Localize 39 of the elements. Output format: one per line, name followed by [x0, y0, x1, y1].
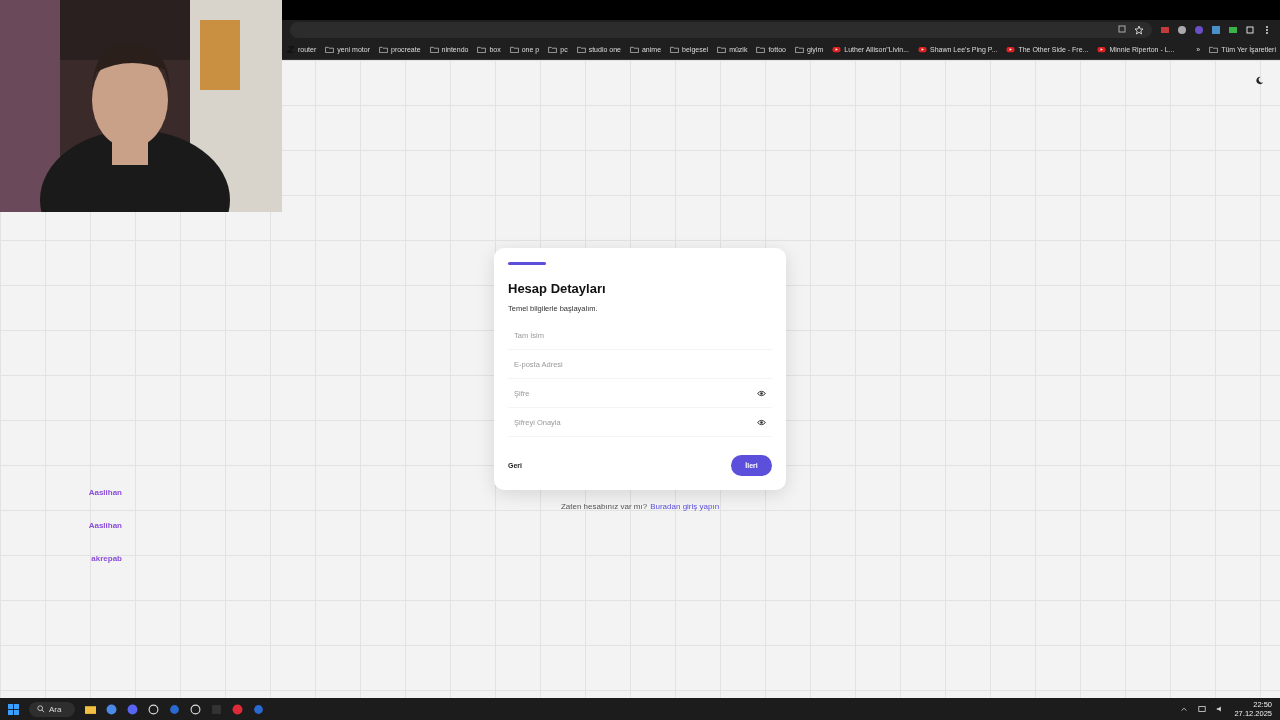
- folder-icon: [794, 46, 804, 53]
- folder-icon: [670, 46, 680, 53]
- folder-icon: [756, 46, 766, 53]
- folder-icon: [429, 46, 439, 53]
- folder-icon: [509, 46, 519, 53]
- play-icon: [832, 46, 842, 53]
- taskbar-search[interactable]: Ara: [29, 701, 76, 717]
- folder-icon: [325, 46, 335, 53]
- game-store-icon[interactable]: [253, 703, 265, 715]
- folder-icon: [1209, 46, 1219, 53]
- accent-line: [508, 262, 546, 265]
- moon-icon[interactable]: [1255, 76, 1264, 85]
- folder-icon: [717, 46, 727, 53]
- browser-icon[interactable]: [106, 703, 118, 715]
- card-title: Hesap Detayları: [508, 281, 607, 296]
- folder-icon: [629, 46, 639, 53]
- app-icon[interactable]: [190, 703, 202, 715]
- folder-icon: [477, 46, 487, 53]
- chevron-up-icon[interactable]: [1180, 705, 1189, 713]
- search-icon: [37, 705, 45, 713]
- play-icon: [1097, 46, 1107, 53]
- eye-icon[interactable]: [757, 389, 766, 397]
- folder-icon: [576, 46, 586, 53]
- chat-app-icon[interactable]: [127, 703, 139, 715]
- star-icon[interactable]: [1134, 25, 1144, 35]
- folder-icon[interactable]: [85, 703, 97, 715]
- login-prompt: Zaten hesabınız var mı?: [560, 502, 648, 511]
- chat-username: Aaslihan: [88, 488, 122, 497]
- start-icon[interactable]: [8, 703, 19, 715]
- play-icon: [918, 46, 927, 53]
- game-store-icon[interactable]: [169, 703, 181, 715]
- folder-icon: [379, 46, 388, 53]
- play-icon: [1006, 46, 1016, 53]
- chat-username: Aaslihan: [88, 521, 122, 530]
- network-icon[interactable]: [1198, 705, 1207, 713]
- login-link[interactable]: Buradan giriş yapın: [650, 502, 720, 511]
- folder-icon: [548, 46, 558, 53]
- eye-icon[interactable]: [757, 418, 766, 426]
- chat-username: akrepab: [91, 554, 122, 563]
